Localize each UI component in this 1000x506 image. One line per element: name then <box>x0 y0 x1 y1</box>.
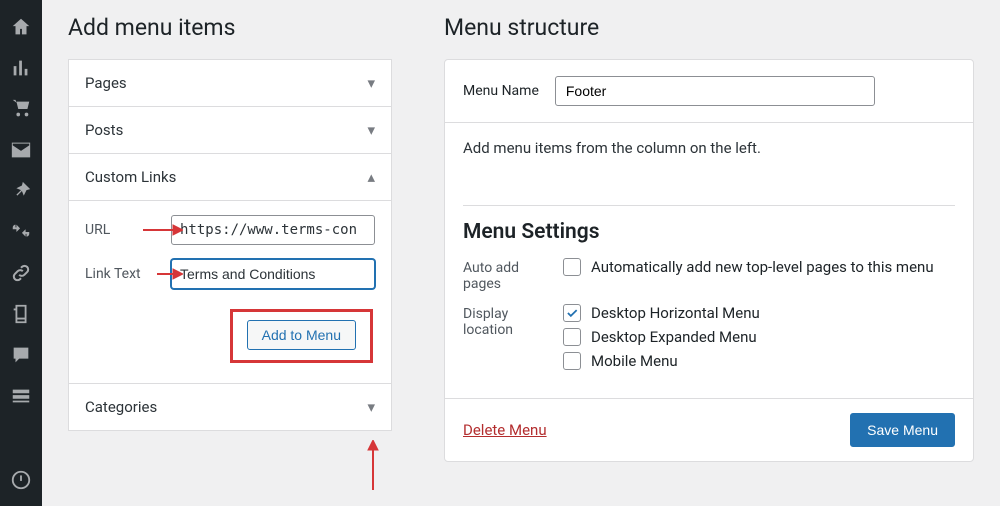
tools-icon[interactable] <box>0 211 42 252</box>
display-location-label: Display location <box>463 304 543 338</box>
accordion-categories[interactable]: Categories ▾ <box>69 384 391 430</box>
menu-name-input[interactable] <box>555 76 875 106</box>
comments-icon[interactable] <box>0 334 42 375</box>
delete-menu-link[interactable]: Delete Menu <box>463 421 547 439</box>
menu-structure-heading: Menu structure <box>444 14 974 41</box>
loc-mobile-checkbox[interactable] <box>563 352 581 370</box>
dashboard-icon[interactable] <box>0 6 42 47</box>
annotation-highlight: Add to Menu <box>230 309 373 363</box>
loc-option: Mobile Menu <box>591 352 678 370</box>
add-to-menu-button[interactable]: Add to Menu <box>247 320 356 350</box>
link-text-input[interactable] <box>171 259 375 289</box>
menu-name-label: Menu Name <box>463 83 539 99</box>
loc-desktop-horizontal-checkbox[interactable] <box>563 304 581 322</box>
chevron-down-icon: ▾ <box>367 74 375 92</box>
chevron-up-icon: ▴ <box>367 168 375 186</box>
link-text-label: Link Text <box>85 266 159 282</box>
custom-links-body: URL Link Text Add to Menu <box>69 200 391 383</box>
admin-sidebar <box>0 0 42 506</box>
power-icon[interactable] <box>0 459 42 500</box>
loc-option: Desktop Horizontal Menu <box>591 304 760 322</box>
chevron-down-icon: ▾ <box>367 121 375 139</box>
cart-icon[interactable] <box>0 88 42 129</box>
auto-add-option: Automatically add new top-level pages to… <box>591 258 934 276</box>
accordion-posts[interactable]: Posts ▾ <box>69 107 391 153</box>
annotation-arrow-icon <box>157 267 183 281</box>
pages-icon[interactable] <box>0 293 42 334</box>
accordion-label: Posts <box>85 121 123 139</box>
accordion-pages[interactable]: Pages ▾ <box>69 60 391 106</box>
auto-add-checkbox[interactable] <box>563 258 581 276</box>
structure-hint: Add menu items from the column on the le… <box>463 139 955 157</box>
menu-items-accordion: Pages ▾ Posts ▾ Custom Links ▴ <box>68 59 392 431</box>
menu-settings-heading: Menu Settings <box>463 220 955 244</box>
menu-structure-panel: Menu Name Add menu items from the column… <box>444 59 974 462</box>
analytics-icon[interactable] <box>0 47 42 88</box>
save-menu-button[interactable]: Save Menu <box>850 413 955 447</box>
auto-add-label: Auto add pages <box>463 258 543 292</box>
accordion-label: Categories <box>85 398 157 416</box>
loc-option: Desktop Expanded Menu <box>591 328 757 346</box>
url-input[interactable] <box>171 215 375 245</box>
mail-icon[interactable] <box>0 129 42 170</box>
chevron-down-icon: ▾ <box>367 398 375 416</box>
annotation-arrow-up-icon <box>366 440 380 490</box>
pin-icon[interactable] <box>0 170 42 211</box>
add-items-heading: Add menu items <box>68 14 392 41</box>
annotation-arrow-icon <box>143 223 183 237</box>
accordion-custom-links[interactable]: Custom Links ▴ <box>69 154 391 200</box>
accordion-label: Pages <box>85 74 127 92</box>
link-icon[interactable] <box>0 252 42 293</box>
loc-desktop-expanded-checkbox[interactable] <box>563 328 581 346</box>
widgets-icon[interactable] <box>0 375 42 416</box>
accordion-label: Custom Links <box>85 168 176 186</box>
